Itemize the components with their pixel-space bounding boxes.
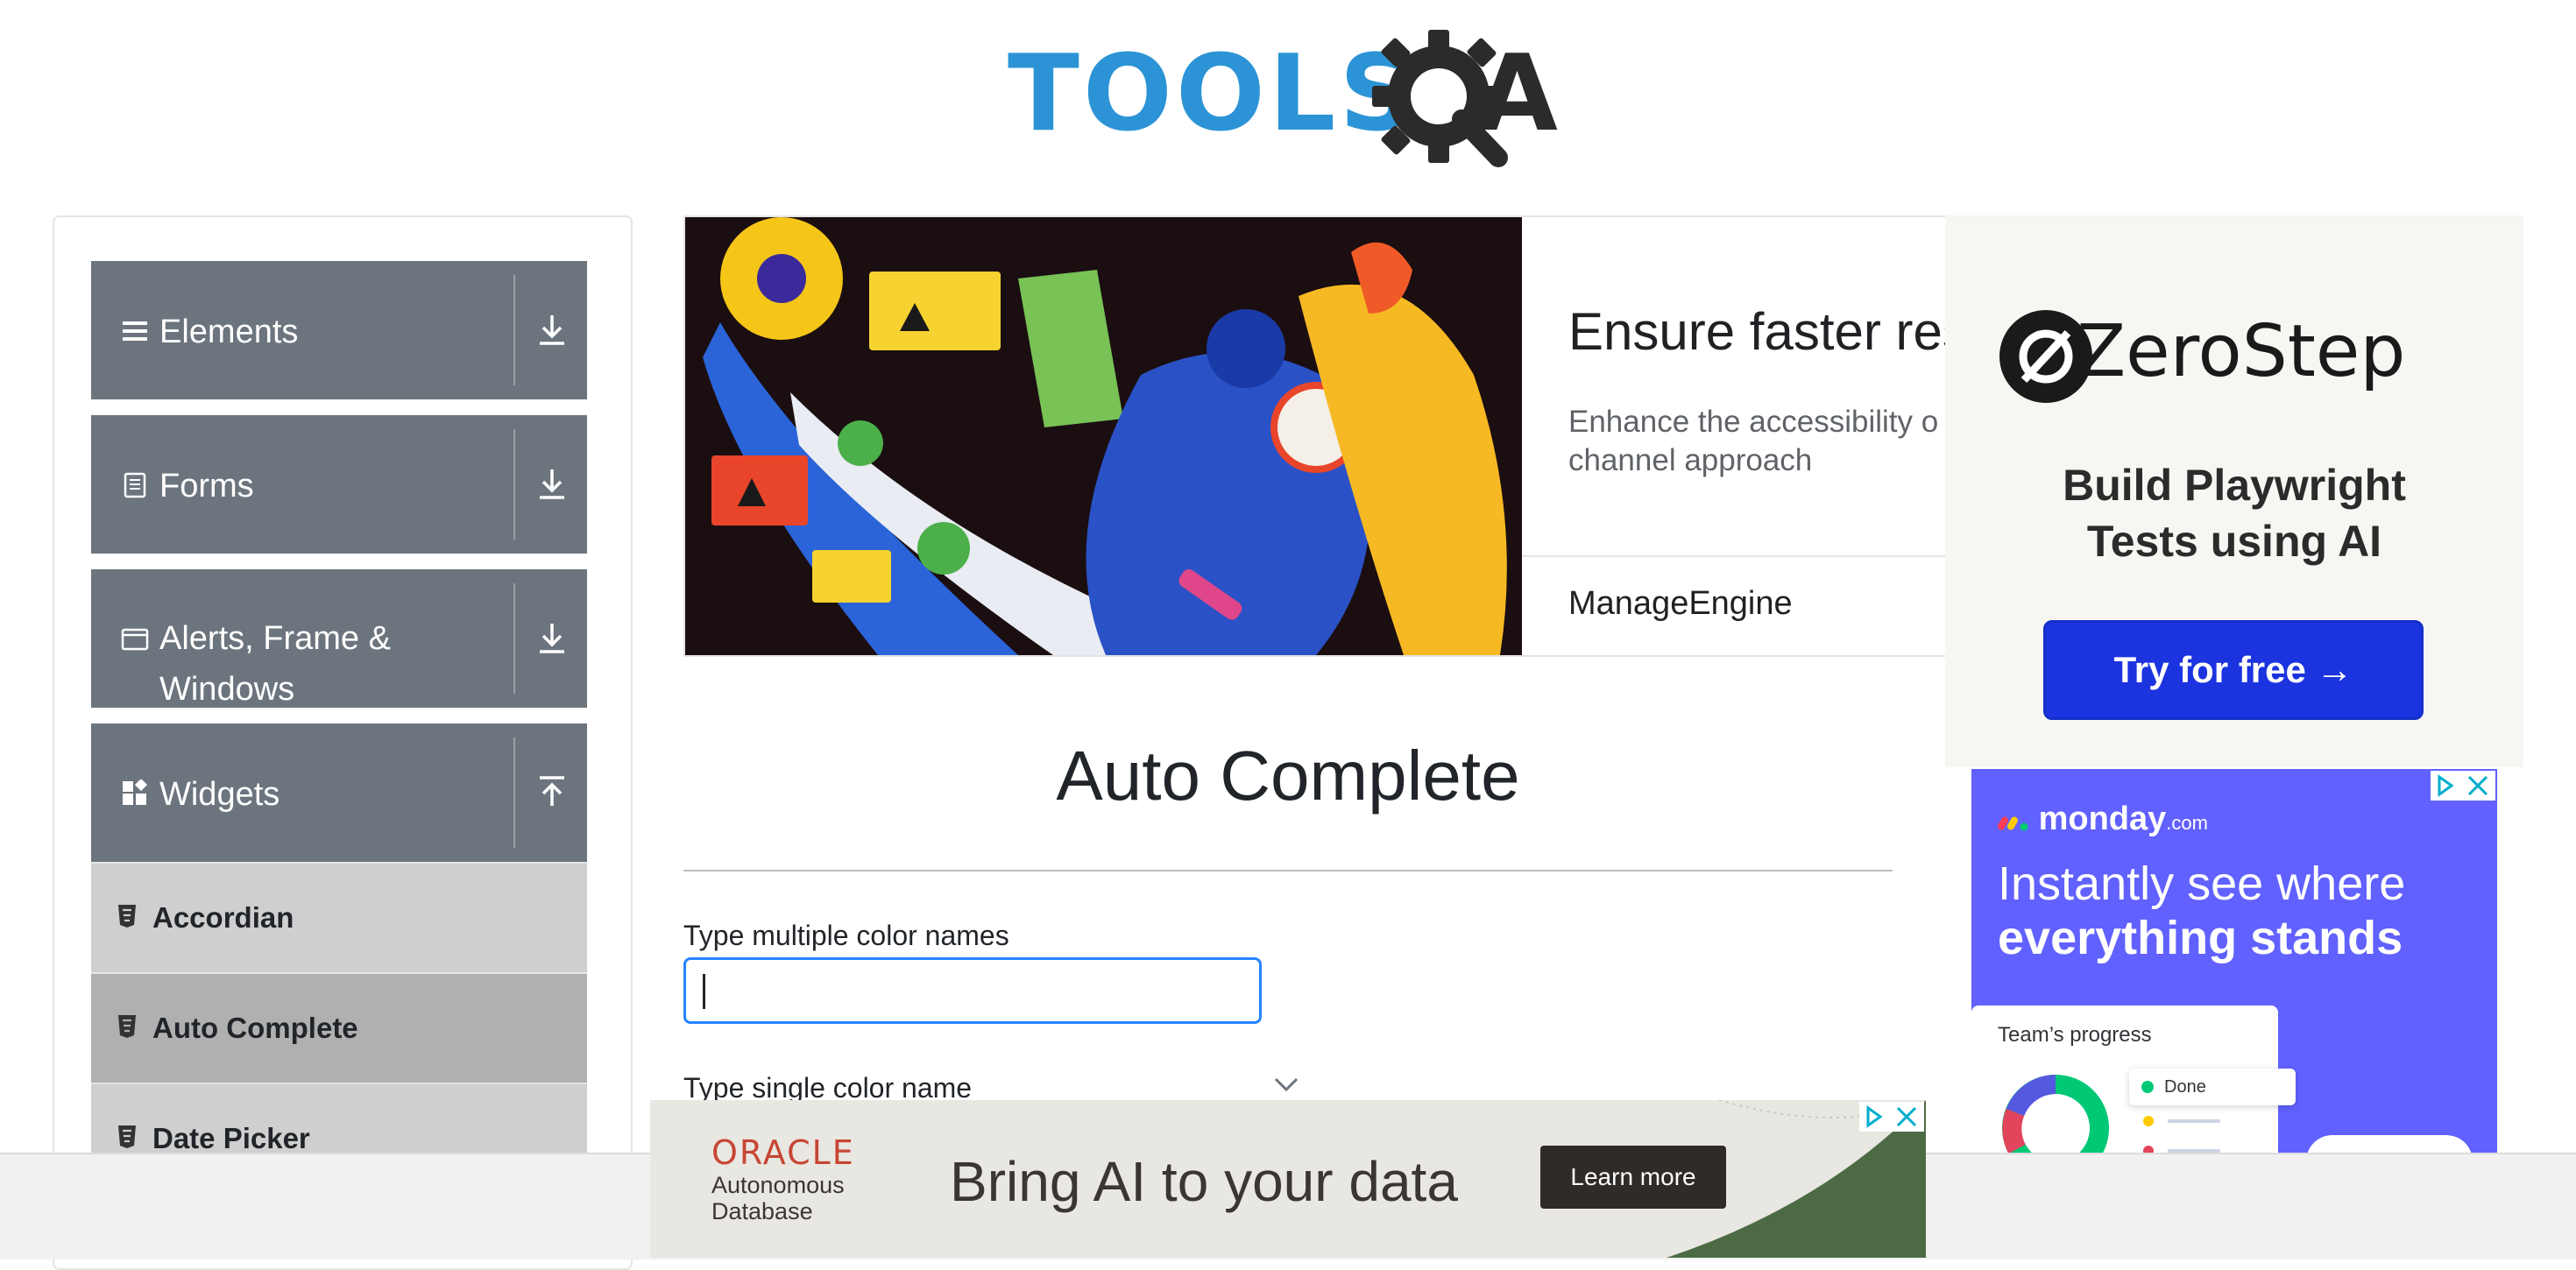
- sidebar-item-label: Auto Complete: [152, 1012, 358, 1044]
- banner-title: Ensure faster res: [1568, 302, 1949, 361]
- download-arrow-icon: [540, 624, 564, 653]
- upload-arrow-icon: [540, 776, 564, 806]
- monday-logo: monday.com: [1998, 801, 2208, 838]
- sidebar-item-label: Accordian: [152, 901, 294, 934]
- monday-logo-suffix: .com: [2166, 812, 2208, 834]
- oracle-subtitle-line: Autonomous: [711, 1172, 845, 1198]
- page-title: Auto Complete: [1056, 737, 1520, 815]
- sidebar-group-label: Forms: [159, 468, 254, 504]
- monday-headline-line: everything stands: [1998, 912, 2403, 964]
- download-arrow-icon: [540, 469, 564, 499]
- chevron-down-icon[interactable]: [1272, 1074, 1300, 1095]
- multi-color-label: Type multiple color names: [683, 920, 1009, 951]
- divider: [513, 583, 515, 694]
- logo-text-tools: TOOLS: [1008, 33, 1419, 155]
- bars-icon: [123, 321, 147, 341]
- logo-text-a: A: [1476, 33, 1558, 155]
- status-done-badge: Done: [2129, 1069, 2296, 1105]
- widgets-icon: [123, 780, 148, 805]
- zerostep-brand: ZeroStep: [2077, 310, 2406, 393]
- sidebar-group-label: Widgets: [159, 776, 280, 813]
- monday-logo-text: monday: [2038, 801, 2167, 837]
- zerostep-headline-line: Build Playwright: [2063, 461, 2406, 510]
- sidebar: Elements Forms Alerts, Frame & Windows W…: [53, 215, 633, 1270]
- oracle-subtitle-line: Database: [711, 1198, 813, 1224]
- sidebar-group-alerts[interactable]: Alerts, Frame & Windows: [91, 569, 587, 708]
- placeholder-line: [2168, 1119, 2220, 1123]
- progress-card-title: Team’s progress: [1998, 1023, 2152, 1047]
- monday-headline: Instantly see where everything stands: [1998, 857, 2405, 965]
- toolsqa-logo[interactable]: TOOLS A: [1008, 25, 1577, 167]
- divider: [1522, 555, 1947, 557]
- sidebar-item-accordian[interactable]: Accordian: [91, 862, 587, 972]
- text-cursor: [703, 974, 705, 1009]
- multi-color-input[interactable]: [683, 957, 1262, 1024]
- html5-icon: [118, 905, 136, 928]
- divider: [513, 275, 515, 385]
- document-icon: [124, 472, 146, 498]
- html5-icon: [118, 1125, 136, 1148]
- html5-icon: [118, 1015, 136, 1038]
- progress-card: Team’s progress Done: [1971, 1005, 2296, 1154]
- adchoices-icon[interactable]: [1859, 1102, 1924, 1132]
- zerostep-headline: Build Playwright Tests using AI: [1945, 457, 2523, 569]
- oracle-logo: ORACLE: [711, 1133, 855, 1172]
- monday-headline-line: Instantly see where: [1998, 857, 2406, 910]
- monday-cta-button[interactable]: [2306, 1135, 2473, 1154]
- banner-illustration: [685, 217, 1522, 655]
- status-done-label: Done: [2164, 1077, 2206, 1097]
- status-dot: [2143, 1116, 2154, 1126]
- status-dot: [2141, 1081, 2154, 1093]
- adchoices-icon[interactable]: [2431, 771, 2495, 801]
- download-arrow-icon: [540, 315, 564, 345]
- banner-description: Enhance the accessibility o our omni-cha…: [1568, 405, 1947, 477]
- sidebar-group-forms[interactable]: Forms: [91, 415, 587, 554]
- sidebar-group-widgets[interactable]: Widgets: [91, 723, 587, 862]
- try-for-free-button[interactable]: Try for free →: [2043, 620, 2424, 720]
- window-icon: [121, 628, 149, 651]
- sidebar-item-label: Date Picker: [152, 1122, 310, 1154]
- monday-mark-icon: [1998, 816, 2028, 831]
- divider: [513, 429, 515, 540]
- divider: [513, 737, 515, 848]
- oracle-headline: Bring AI to your data: [950, 1150, 1458, 1213]
- zerostep-ad[interactable]: ZeroStep Build Playwright Tests using AI…: [1945, 215, 2523, 767]
- oracle-subtitle: Autonomous Database: [711, 1172, 845, 1224]
- banner-brand[interactable]: ManageEngine: [1568, 585, 1793, 623]
- donut-chart-icon: [2002, 1075, 2109, 1154]
- sidebar-group-label: Alerts, Frame & Windows: [159, 620, 391, 708]
- monday-ad[interactable]: monday.com Instantly see where everythin…: [1971, 769, 2497, 1154]
- title-divider: [683, 870, 1893, 871]
- banner-ad[interactable]: Ensure faster res Enhance the accessibil…: [683, 215, 1949, 657]
- learn-more-button[interactable]: Learn more: [1540, 1146, 1726, 1209]
- oracle-ad[interactable]: ORACLE Autonomous Database Bring AI to y…: [650, 1100, 1926, 1258]
- sidebar-group-elements[interactable]: Elements: [91, 261, 587, 399]
- zerostep-headline-line: Tests using AI: [2086, 517, 2382, 566]
- sidebar-group-label: Elements: [159, 314, 299, 350]
- sidebar-item-auto-complete[interactable]: Auto Complete: [91, 972, 587, 1083]
